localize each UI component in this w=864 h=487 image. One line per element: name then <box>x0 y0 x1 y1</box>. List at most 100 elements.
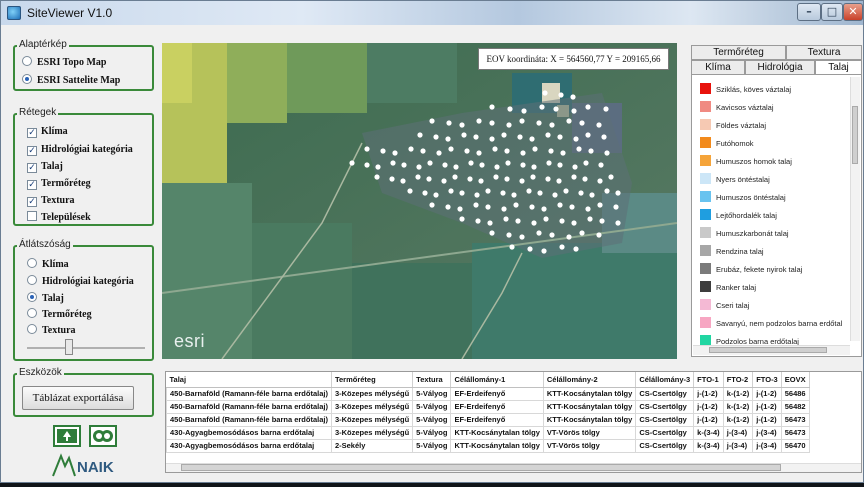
sample-point[interactable] <box>489 120 495 126</box>
layer-checkbox-textura[interactable]: ✓ Textura <box>27 195 75 207</box>
sample-point[interactable] <box>392 150 398 156</box>
sample-point[interactable] <box>588 148 594 154</box>
sample-point[interactable] <box>532 146 538 152</box>
checkbox-icon[interactable] <box>27 211 37 221</box>
sample-point[interactable] <box>579 230 585 236</box>
sample-point[interactable] <box>556 178 562 184</box>
tab-hidrologia[interactable]: Hidrológia <box>745 60 815 75</box>
column-header[interactable]: FTO-3 <box>752 372 782 388</box>
sample-point[interactable] <box>442 162 448 168</box>
sample-point[interactable] <box>459 122 465 128</box>
sample-point[interactable] <box>429 118 435 124</box>
sample-point[interactable] <box>380 148 386 154</box>
sample-point[interactable] <box>459 190 465 196</box>
sample-point[interactable] <box>557 202 563 208</box>
sample-point[interactable] <box>505 160 511 166</box>
sample-point[interactable] <box>401 162 407 168</box>
checkbox-icon[interactable]: ✓ <box>27 197 37 207</box>
sample-point[interactable] <box>519 178 525 184</box>
sample-point[interactable] <box>536 120 542 126</box>
sample-point[interactable] <box>604 188 610 194</box>
sample-point[interactable] <box>459 216 465 222</box>
sample-point[interactable] <box>422 190 428 196</box>
sample-point[interactable] <box>506 122 512 128</box>
sample-point[interactable] <box>549 232 555 238</box>
sample-point[interactable] <box>468 160 474 166</box>
sample-point[interactable] <box>519 118 525 124</box>
sample-point[interactable] <box>519 234 525 240</box>
sample-point[interactable] <box>464 148 470 154</box>
checkbox-icon[interactable]: ✓ <box>27 163 37 173</box>
sample-point[interactable] <box>511 192 517 198</box>
layer-checkbox-klima[interactable]: ✓ Klíma <box>27 126 68 138</box>
sample-point[interactable] <box>557 162 563 168</box>
sample-point[interactable] <box>475 218 481 224</box>
sample-point[interactable] <box>467 176 473 182</box>
sample-point[interactable] <box>501 206 507 212</box>
sample-point[interactable] <box>445 204 451 210</box>
sample-point[interactable] <box>520 150 526 156</box>
sample-point[interactable] <box>446 120 452 126</box>
sample-point[interactable] <box>608 174 614 180</box>
sample-point[interactable] <box>529 136 535 142</box>
layer-checkbox-talaj[interactable]: ✓ Talaj <box>27 161 63 173</box>
sample-point[interactable] <box>513 202 519 208</box>
sample-point[interactable] <box>585 132 591 138</box>
radio-icon[interactable] <box>22 74 32 84</box>
sample-point[interactable] <box>582 176 588 182</box>
sample-point[interactable] <box>515 218 521 224</box>
sample-point[interactable] <box>429 202 435 208</box>
sample-point[interactable] <box>545 132 551 138</box>
sample-point[interactable] <box>560 150 566 156</box>
attribute-table[interactable]: Talaj Termőréteg Textura Célállomány-1 Célál… <box>165 371 862 473</box>
sample-point[interactable] <box>489 136 495 142</box>
sample-point[interactable] <box>416 164 422 170</box>
sample-point[interactable] <box>572 164 578 170</box>
sample-point[interactable] <box>573 136 579 142</box>
sample-point[interactable] <box>485 204 491 210</box>
layer-checkbox-termoreteg[interactable]: ✓ Termőréteg <box>27 178 91 190</box>
sample-point[interactable] <box>485 188 491 194</box>
sample-point[interactable] <box>596 122 602 128</box>
sample-point[interactable] <box>579 120 585 126</box>
sample-point[interactable] <box>517 134 523 140</box>
legend-horizontal-scroll-thumb[interactable] <box>709 347 827 353</box>
sample-point[interactable] <box>389 176 395 182</box>
sample-point[interactable] <box>494 164 500 170</box>
sample-point[interactable] <box>509 244 515 250</box>
sample-point[interactable] <box>478 178 484 184</box>
checkbox-icon[interactable]: ✓ <box>27 128 37 138</box>
sample-point[interactable] <box>457 206 463 212</box>
column-header[interactable]: Termőréteg <box>331 372 414 388</box>
sample-point[interactable] <box>501 132 507 138</box>
column-header[interactable]: Célállomány-1 <box>450 372 544 388</box>
sample-point[interactable] <box>461 132 467 138</box>
checkbox-icon[interactable]: ✓ <box>27 146 37 156</box>
sample-point[interactable] <box>537 190 543 196</box>
sample-point[interactable] <box>531 164 537 170</box>
column-header[interactable]: Célállomány-2 <box>543 372 637 388</box>
sample-point[interactable] <box>349 160 355 166</box>
title-bar[interactable]: SiteViewer V1.0 – □ ✕ <box>1 1 863 25</box>
sample-point[interactable] <box>448 188 454 194</box>
table-row[interactable]: 430-Agyagbemosódásos barna erdőtalaj 2-Se… <box>166 438 810 453</box>
sample-point[interactable] <box>407 188 413 194</box>
sample-point[interactable] <box>553 106 559 112</box>
sample-point[interactable] <box>445 136 451 142</box>
radio-icon[interactable] <box>27 324 37 334</box>
sample-point[interactable] <box>531 220 537 226</box>
sample-point[interactable] <box>489 230 495 236</box>
sample-point[interactable] <box>563 188 569 194</box>
sample-point[interactable] <box>521 108 527 114</box>
column-header[interactable]: EOVX <box>781 372 810 388</box>
sample-point[interactable] <box>426 176 432 182</box>
sample-point[interactable] <box>548 148 554 154</box>
transparency-option-talaj[interactable]: Talaj <box>27 292 64 304</box>
transparency-option-klima[interactable]: Klíma <box>27 258 69 270</box>
sample-point[interactable] <box>541 206 547 212</box>
sample-point[interactable] <box>506 232 512 238</box>
tab-textura[interactable]: Textura <box>786 45 862 60</box>
sample-point[interactable] <box>507 106 513 112</box>
sample-point[interactable] <box>375 164 381 170</box>
sample-point[interactable] <box>559 244 565 250</box>
